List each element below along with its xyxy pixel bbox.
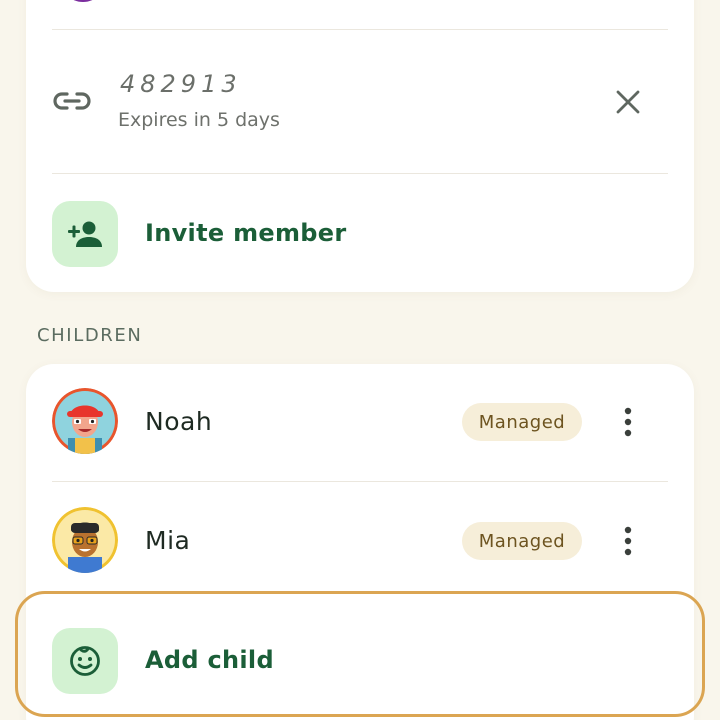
avatar-noah <box>52 388 118 454</box>
child-name: Noah <box>145 407 213 436</box>
invite-member-tile[interactable] <box>52 201 118 267</box>
child-options-button[interactable] <box>610 399 646 445</box>
more-vert-icon <box>624 526 632 556</box>
close-icon <box>616 90 640 114</box>
avatar-mia <box>52 507 118 573</box>
status-badge: Managed <box>462 522 582 560</box>
more-vert-icon <box>624 407 632 437</box>
divider <box>52 29 668 30</box>
child-row[interactable]: Noah Managed <box>26 367 694 477</box>
link-icon <box>52 86 92 116</box>
invite-code: 482913 <box>120 70 242 98</box>
child-face-icon <box>70 646 100 676</box>
child-row[interactable]: Mia Managed <box>26 486 694 596</box>
status-badge: Managed <box>462 403 582 441</box>
revoke-invite-button[interactable] <box>606 80 650 124</box>
child-options-button[interactable] <box>610 518 646 564</box>
add-child-tile[interactable] <box>52 628 118 694</box>
add-child-focus-ring[interactable] <box>15 591 705 717</box>
invite-member-button[interactable]: Invite member <box>145 219 346 247</box>
divider <box>52 481 668 482</box>
section-header-children: CHILDREN <box>37 325 143 346</box>
divider <box>52 173 668 174</box>
person-add-icon <box>68 221 102 247</box>
child-name: Mia <box>145 526 191 555</box>
members-card <box>26 0 694 292</box>
add-child-button[interactable]: Add child <box>145 646 274 674</box>
invite-expiry: Expires in 5 days <box>118 109 280 131</box>
